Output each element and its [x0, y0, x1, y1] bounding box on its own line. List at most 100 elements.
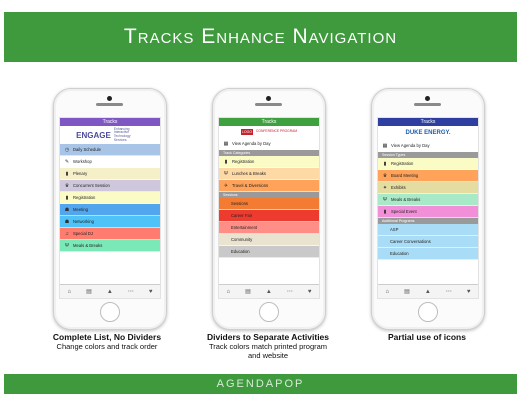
- track-row[interactable]: Education: [219, 246, 319, 258]
- track-row-label: Registration: [73, 195, 96, 200]
- track-row[interactable]: Career Fair: [219, 210, 319, 222]
- tab-bar: ⌂ ▤ ▲ ⋯ ♥: [219, 284, 319, 298]
- track-row[interactable]: Ψ Meals & Breaks: [378, 194, 478, 206]
- track-row-label: Networking: [73, 219, 94, 224]
- home-button: [100, 302, 120, 322]
- utensils-icon: Ψ: [382, 196, 388, 203]
- track-row[interactable]: ASP: [378, 224, 478, 236]
- phone-screen: Tracks DUKE ENERGY. ▦ View Agenda by Day S…: [377, 117, 479, 299]
- sponsor-logo: ENGAGE Enhancing Interactive Technology …: [60, 126, 160, 144]
- track-row[interactable]: ☗ Networking: [60, 216, 160, 228]
- track-row-label: Board Meeting: [391, 173, 419, 178]
- footer-brand: AGENDAPOP: [4, 374, 517, 394]
- track-row[interactable]: Career Conversations: [378, 236, 478, 248]
- caption-dividers: Dividers to Separate Activities Track co…: [188, 332, 348, 360]
- track-row[interactable]: ▮ Registration: [378, 158, 478, 170]
- track-row[interactable]: ▮ Plenary: [60, 168, 160, 180]
- track-row-label: Daily Schedule: [73, 147, 101, 152]
- home-icon[interactable]: ⌂: [68, 289, 72, 295]
- podium-icon: ▮: [65, 170, 69, 177]
- caption-subtitle: Track colors match printed program: [208, 342, 328, 351]
- track-row[interactable]: Ψ Lunches & Breaks: [219, 168, 319, 180]
- track-row-label: Registration: [391, 161, 414, 166]
- track-row[interactable]: ◷ Daily Schedule: [60, 144, 160, 156]
- network-icon: ☗: [64, 218, 70, 225]
- caption-title: Dividers to Separate Activities: [206, 332, 330, 342]
- track-row-label: Entertainment: [231, 225, 258, 230]
- more-icon[interactable]: ⋯: [287, 289, 293, 295]
- slide-title: Tracks Enhance Navigation: [4, 12, 517, 62]
- camera-dot: [266, 96, 271, 101]
- sponsor-logo: DUKE ENERGY.: [378, 126, 478, 140]
- track-row[interactable]: ♛ Board Meeting: [378, 170, 478, 182]
- home-icon[interactable]: ⌂: [386, 289, 390, 295]
- track-row-label: View Agenda by Day: [391, 143, 430, 148]
- sponsor-logo: LOGO CONFERENCE PROGRAM: [219, 126, 319, 138]
- track-row[interactable]: Community: [219, 234, 319, 246]
- track-row-label: Lunches & Breaks: [232, 171, 266, 176]
- star-icon: ✦: [382, 184, 388, 191]
- map-icon[interactable]: ▲: [266, 289, 272, 295]
- track-row-label: Career Conversations: [390, 239, 431, 244]
- track-row-label: Special DJ: [73, 231, 94, 236]
- track-row-label: Plenary: [73, 171, 88, 176]
- track-row[interactable]: ☗ Meeting: [60, 204, 160, 216]
- track-row[interactable]: ▮ Registration: [60, 192, 160, 204]
- music-icon: ♫: [65, 230, 69, 237]
- trophy-icon: ♛: [64, 182, 70, 189]
- phone-mockup-complete-list: Tracks ENGAGE Enhancing Interactive Tech…: [53, 88, 167, 330]
- document-icon[interactable]: ▤: [245, 289, 251, 295]
- track-row-label: Sessions: [231, 201, 248, 206]
- track-row[interactable]: ▮ Registration: [219, 156, 319, 168]
- track-row[interactable]: ▮ Special Event: [378, 206, 478, 218]
- document-icon[interactable]: ▤: [86, 289, 92, 295]
- track-row-label: Education: [390, 251, 409, 256]
- app-bar: Tracks: [378, 118, 478, 126]
- track-row-label: ASP: [390, 227, 399, 232]
- flag-icon: ▮: [383, 208, 387, 215]
- track-row-label: Career Fair: [231, 213, 253, 218]
- home-icon[interactable]: ⌂: [227, 289, 231, 295]
- track-row-label: Education: [231, 249, 250, 254]
- track-row[interactable]: Education: [378, 248, 478, 260]
- flag-icon: ▮: [383, 160, 387, 167]
- phone-mockup-dividers: Tracks LOGO CONFERENCE PROGRAM ▦ View Age…: [212, 88, 326, 330]
- track-row[interactable]: ✈ Travel & Diversions: [219, 180, 319, 192]
- calendar-icon: ▦: [382, 142, 388, 149]
- heart-icon[interactable]: ♥: [149, 289, 153, 295]
- track-row[interactable]: ✎ Workshop: [60, 156, 160, 168]
- phone-screen: Tracks LOGO CONFERENCE PROGRAM ▦ View Age…: [218, 117, 320, 299]
- document-icon[interactable]: ▤: [404, 289, 410, 295]
- track-row[interactable]: ▦ View Agenda by Day: [219, 138, 319, 150]
- track-row[interactable]: ✦ Exhibits: [378, 182, 478, 194]
- more-icon[interactable]: ⋯: [446, 289, 452, 295]
- track-row[interactable]: ▦ View Agenda by Day: [378, 140, 478, 152]
- track-row[interactable]: ♛ Concurrent Session: [60, 180, 160, 192]
- caption-partial-icons: Partial use of icons: [347, 332, 507, 342]
- phone-mockup-partial-icons: Tracks DUKE ENERGY. ▦ View Agenda by Day S…: [371, 88, 485, 330]
- caption-title: Partial use of icons: [388, 332, 466, 342]
- sponsor-logo-main: LOGO: [240, 129, 254, 135]
- heart-icon[interactable]: ♥: [308, 289, 312, 295]
- track-row-label: Special Event: [391, 209, 417, 214]
- map-icon[interactable]: ▲: [107, 289, 113, 295]
- heart-icon[interactable]: ♥: [467, 289, 471, 295]
- sponsor-logo-sub: Enhancing Interactive Technology Service…: [113, 126, 131, 142]
- track-row-label: Meals & Breaks: [73, 243, 103, 248]
- sponsor-logo-main: DUKE ENERGY.: [405, 130, 451, 136]
- track-row[interactable]: Ψ Meals & Breaks: [60, 240, 160, 252]
- map-icon[interactable]: ▲: [425, 289, 431, 295]
- more-icon[interactable]: ⋯: [128, 289, 134, 295]
- tab-bar: ⌂ ▤ ▲ ⋯ ♥: [378, 284, 478, 298]
- sponsor-logo-main: ENGAGE: [76, 130, 111, 140]
- track-row[interactable]: ♫ Special DJ: [60, 228, 160, 240]
- track-list: ◷ Daily Schedule ✎ Workshop ▮ Plenary ♛ Concurr…: [60, 144, 160, 252]
- track-row[interactable]: Entertainment: [219, 222, 319, 234]
- track-row-label: View Agenda by Day: [232, 141, 271, 146]
- track-row[interactable]: Sessions: [219, 198, 319, 210]
- track-row-label: Meals & Breaks: [391, 197, 421, 202]
- app-bar: Tracks: [219, 118, 319, 126]
- utensils-icon: Ψ: [223, 170, 229, 177]
- wrench-icon: ✎: [64, 158, 70, 165]
- phone-screen: Tracks ENGAGE Enhancing Interactive Tech…: [59, 117, 161, 299]
